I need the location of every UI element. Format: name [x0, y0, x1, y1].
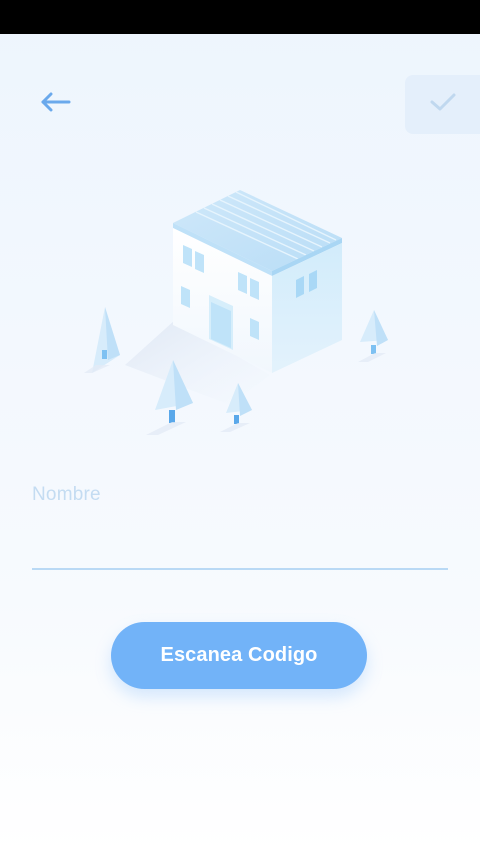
confirm-button[interactable]	[405, 75, 480, 134]
name-underline	[32, 568, 448, 570]
house-illustration	[80, 170, 400, 460]
back-button[interactable]	[32, 86, 80, 122]
status-bar	[0, 0, 480, 34]
arrow-left-icon	[40, 92, 72, 117]
name-input[interactable]	[32, 514, 448, 564]
scan-code-button[interactable]: Escanea Codigo	[111, 622, 367, 689]
name-label: Nombre	[32, 484, 101, 505]
name-field: Nombre	[32, 480, 448, 572]
check-icon	[429, 92, 457, 117]
